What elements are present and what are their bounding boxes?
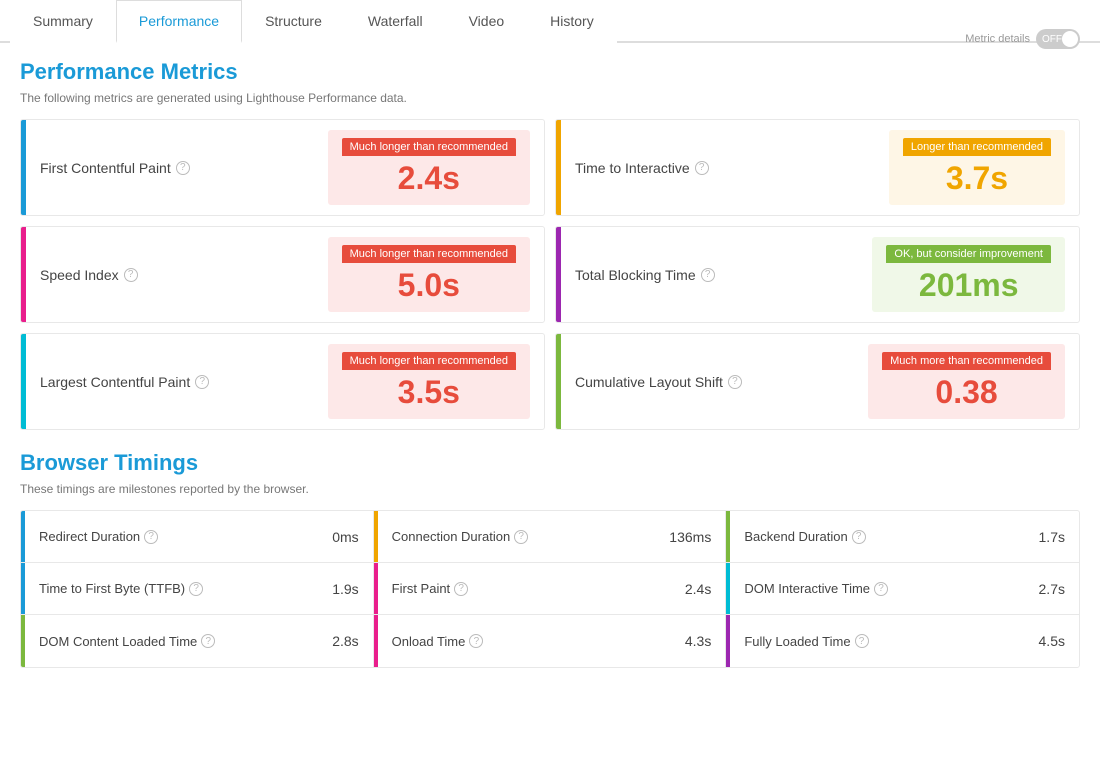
metric-status-tti: Longer than recommended — [903, 138, 1051, 156]
timing-value: 2.7s — [1039, 581, 1065, 597]
metric-card-si: Speed Index ? Much longer than recommend… — [20, 226, 545, 323]
metric-status-tbt: OK, but consider improvement — [886, 245, 1051, 263]
timing-help[interactable]: ? — [201, 634, 215, 648]
timing-cell-dom-content-loaded-time: DOM Content Loaded Time ? 2.8s — [21, 615, 374, 667]
timing-help[interactable]: ? — [144, 530, 158, 544]
metric-details-toggle[interactable]: OFF — [1036, 29, 1080, 49]
timing-cell-connection-duration: Connection Duration ? 136ms — [374, 511, 727, 563]
toggle-label: OFF — [1042, 34, 1062, 45]
performance-subtitle: The following metrics are generated usin… — [20, 91, 407, 105]
timing-value: 136ms — [669, 529, 711, 545]
timing-cell-redirect-duration: Redirect Duration ? 0ms — [21, 511, 374, 563]
metric-value-box-lcp: Much longer than recommended 3.5s — [328, 344, 530, 419]
timing-cell-onload-time: Onload Time ? 4.3s — [374, 615, 727, 667]
tabs-container: SummaryPerformanceStructureWaterfallVide… — [0, 0, 1100, 43]
timing-cell-backend-duration: Backend Duration ? 1.7s — [726, 511, 1079, 563]
metric-help-tbt[interactable]: ? — [701, 268, 715, 282]
metric-value-box-cls: Much more than recommended 0.38 — [868, 344, 1065, 419]
timing-value: 4.5s — [1039, 633, 1065, 649]
metric-card-cls: Cumulative Layout Shift ? Much more than… — [555, 333, 1080, 430]
timing-label: Fully Loaded Time ? — [744, 634, 1032, 649]
timing-cell-first-paint: First Paint ? 2.4s — [374, 563, 727, 615]
timing-help[interactable]: ? — [852, 530, 866, 544]
timing-value: 0ms — [332, 529, 358, 545]
browser-timings-section: Browser Timings These timings are milest… — [20, 450, 1080, 668]
browser-timings-subtitle: These timings are milestones reported by… — [20, 482, 1080, 496]
metric-value-cls: 0.38 — [935, 374, 997, 411]
metric-value-tti: 3.7s — [946, 160, 1008, 197]
metric-value-si: 5.0s — [398, 267, 460, 304]
metric-help-tti[interactable]: ? — [695, 161, 709, 175]
metric-card-tbt: Total Blocking Time ? OK, but consider i… — [555, 226, 1080, 323]
metric-help-cls[interactable]: ? — [728, 375, 742, 389]
metric-card-tti: Time to Interactive ? Longer than recomm… — [555, 119, 1080, 216]
timing-label: First Paint ? — [392, 581, 679, 596]
timing-value: 1.7s — [1039, 529, 1065, 545]
metric-card-fcp: First Contentful Paint ? Much longer tha… — [20, 119, 545, 216]
metric-value-tbt: 201ms — [919, 267, 1019, 304]
timing-label: DOM Interactive Time ? — [744, 581, 1032, 596]
metric-value-box-tbt: OK, but consider improvement 201ms — [872, 237, 1065, 312]
metric-status-fcp: Much longer than recommended — [342, 138, 516, 156]
tab-waterfall[interactable]: Waterfall — [345, 0, 446, 43]
metric-details-row: Metric details OFF — [965, 29, 1080, 49]
metric-value-box-tti: Longer than recommended 3.7s — [889, 130, 1065, 205]
timing-value: 1.9s — [332, 581, 358, 597]
timing-value: 2.8s — [332, 633, 358, 649]
performance-section: Performance Metrics The following metric… — [20, 59, 1080, 430]
metric-status-si: Much longer than recommended — [342, 245, 516, 263]
timing-help[interactable]: ? — [855, 634, 869, 648]
browser-timings-title: Browser Timings — [20, 450, 1080, 476]
timing-value: 4.3s — [685, 633, 711, 649]
timing-cell-fully-loaded-time: Fully Loaded Time ? 4.5s — [726, 615, 1079, 667]
metric-help-lcp[interactable]: ? — [195, 375, 209, 389]
timing-label: Backend Duration ? — [744, 529, 1032, 544]
metric-value-lcp: 3.5s — [398, 374, 460, 411]
main-content: Performance Metrics The following metric… — [0, 43, 1100, 684]
metric-label-lcp: Largest Contentful Paint ? — [40, 374, 328, 390]
metric-value-fcp: 2.4s — [398, 160, 460, 197]
timing-cell-time-to-first-byte-(ttfb): Time to First Byte (TTFB) ? 1.9s — [21, 563, 374, 615]
timing-label: Time to First Byte (TTFB) ? — [39, 581, 326, 596]
tab-summary[interactable]: Summary — [10, 0, 116, 43]
metric-label-si: Speed Index ? — [40, 267, 328, 283]
tab-structure[interactable]: Structure — [242, 0, 345, 43]
timing-help[interactable]: ? — [469, 634, 483, 648]
timing-help[interactable]: ? — [189, 582, 203, 596]
metric-status-cls: Much more than recommended — [882, 352, 1051, 370]
timing-help[interactable]: ? — [514, 530, 528, 544]
metric-card-lcp: Largest Contentful Paint ? Much longer t… — [20, 333, 545, 430]
metric-label-fcp: First Contentful Paint ? — [40, 160, 328, 176]
metric-help-fcp[interactable]: ? — [176, 161, 190, 175]
performance-title: Performance Metrics — [20, 59, 407, 85]
metric-details-label: Metric details — [965, 33, 1030, 45]
metric-label-tti: Time to Interactive ? — [575, 160, 889, 176]
tab-history[interactable]: History — [527, 0, 617, 43]
tab-video[interactable]: Video — [446, 0, 528, 43]
metric-label-tbt: Total Blocking Time ? — [575, 267, 872, 283]
timing-label: Connection Duration ? — [392, 529, 664, 544]
timing-help[interactable]: ? — [454, 582, 468, 596]
timing-label: Onload Time ? — [392, 634, 679, 649]
timing-label: DOM Content Loaded Time ? — [39, 634, 326, 649]
toggle-knob — [1062, 31, 1078, 47]
metric-value-box-fcp: Much longer than recommended 2.4s — [328, 130, 530, 205]
tab-performance[interactable]: Performance — [116, 0, 242, 43]
metric-help-si[interactable]: ? — [124, 268, 138, 282]
metric-value-box-si: Much longer than recommended 5.0s — [328, 237, 530, 312]
metric-status-lcp: Much longer than recommended — [342, 352, 516, 370]
timing-label: Redirect Duration ? — [39, 529, 326, 544]
timing-help[interactable]: ? — [874, 582, 888, 596]
metric-label-cls: Cumulative Layout Shift ? — [575, 374, 868, 390]
timing-value: 2.4s — [685, 581, 711, 597]
timing-cell-dom-interactive-time: DOM Interactive Time ? 2.7s — [726, 563, 1079, 615]
